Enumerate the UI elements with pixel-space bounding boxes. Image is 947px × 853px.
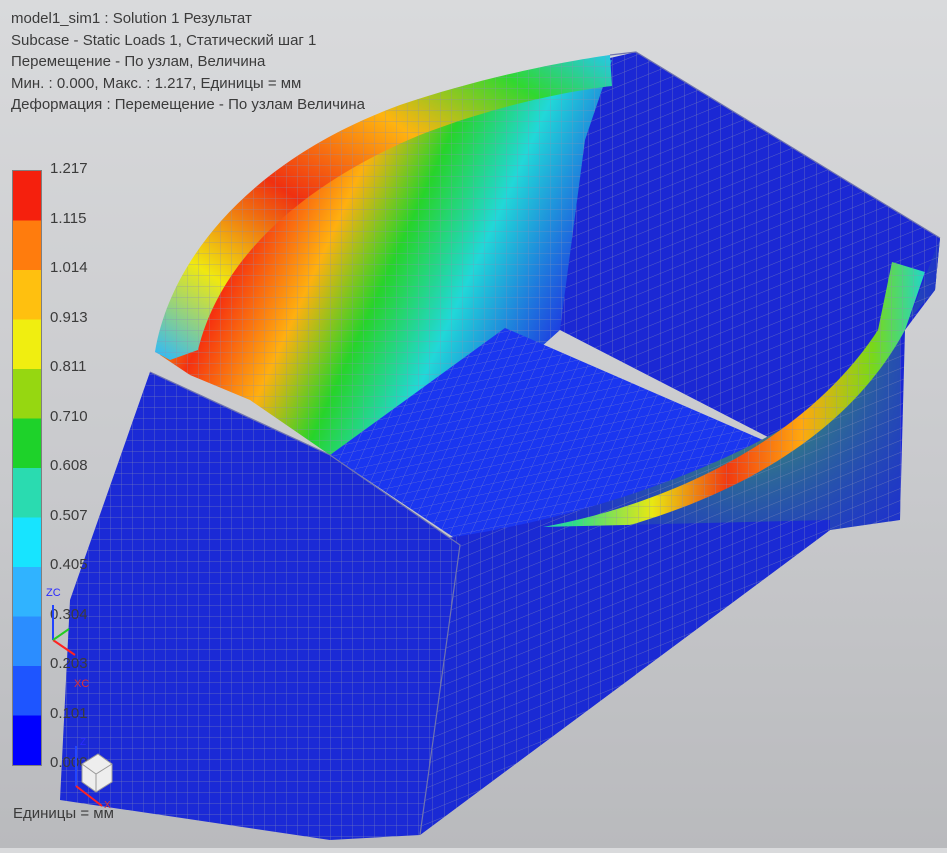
legend-tick: 1.115: [50, 210, 87, 227]
xc-axis-label: XC: [74, 678, 90, 690]
legend-tick: 0.811: [50, 358, 87, 375]
header-line-model: model1_sim1 : Solution 1 Результат: [11, 10, 252, 27]
legend-colorbar: [12, 170, 42, 766]
legend-tick: 0.913: [50, 309, 88, 326]
legend-tick: 0.405: [50, 556, 88, 573]
yc-axis: [52, 628, 70, 641]
legend-tick: 0.101: [50, 705, 88, 722]
x-axis-label: X: [104, 800, 111, 811]
legend-tick: 0.710: [50, 408, 88, 425]
legend-tick: 1.217: [50, 160, 88, 177]
z-axis-label: Z: [80, 737, 87, 748]
header-line-minmax: Мин. : 0.000, Макс. : 1.217, Единицы = м…: [11, 74, 302, 92]
legend-tick: 1.014: [50, 259, 88, 276]
wcs-triad[interactable]: [45, 595, 95, 685]
zc-axis-label: ZC: [46, 587, 61, 599]
header-line-deformation: Деформация : Перемещение - По узлам Вели…: [11, 96, 365, 113]
color-legend[interactable]: 1.217 1.115 1.014 0.913 0.811 0.710 0.60…: [12, 160, 212, 771]
result-header: model1_sim1 : Solution 1 Результат Subca…: [11, 8, 365, 116]
legend-tick: 0.608: [50, 457, 88, 474]
header-line-subcase: Subcase - Static Loads 1, Статический ша…: [11, 31, 317, 49]
legend-tick: 0.507: [50, 507, 88, 524]
orientation-triad[interactable]: [60, 738, 120, 813]
xc-axis: [52, 639, 76, 656]
header-line-result-type: Перемещение - По узлам, Величина: [11, 53, 266, 70]
